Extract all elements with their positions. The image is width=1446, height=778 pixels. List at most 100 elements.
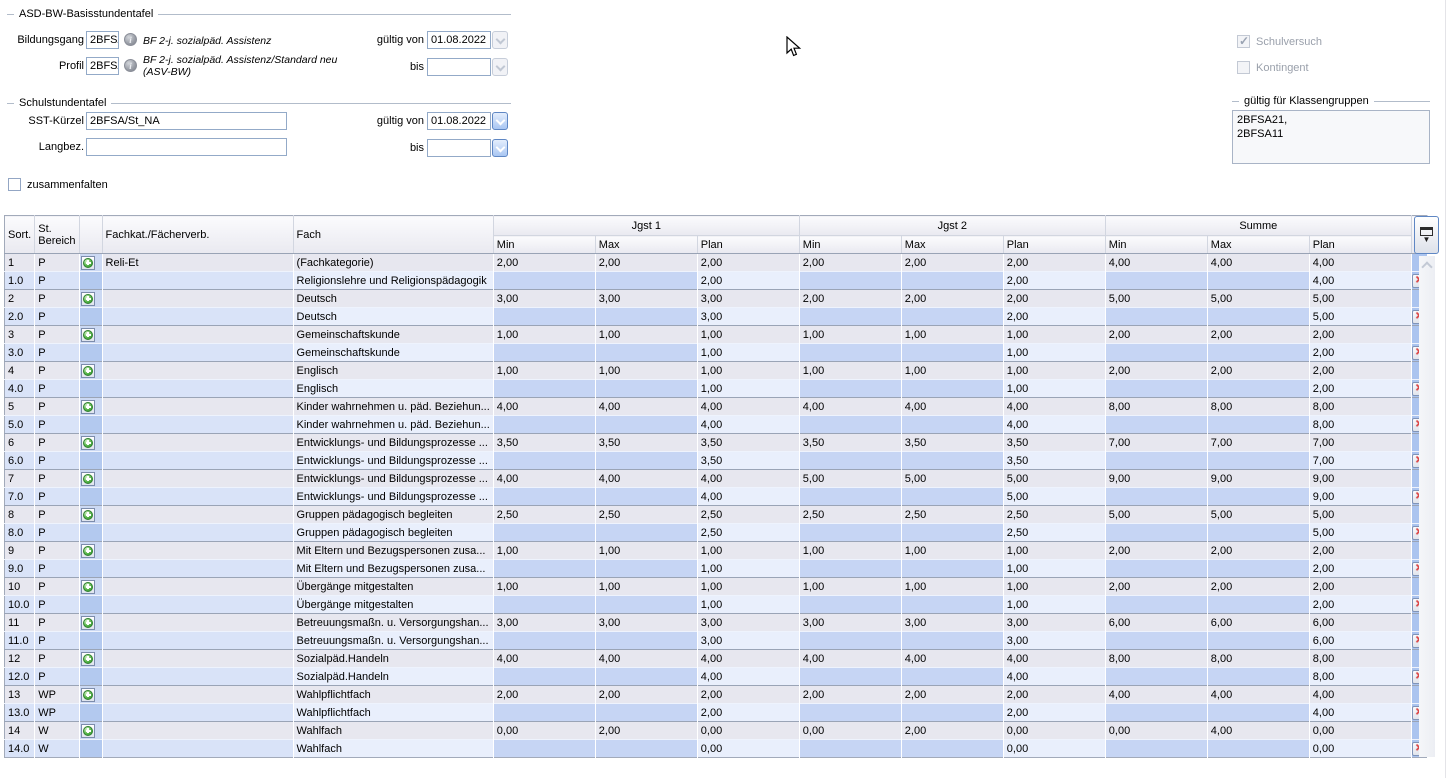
profil-field[interactable]: 2BFSA/ [86,57,119,75]
cell-sum-plan[interactable]: 6,00 [1309,614,1411,632]
cell-j2-min[interactable]: 2,00 [799,290,901,308]
cell-j1-plan[interactable]: 1,00 [697,596,799,614]
vertical-scrollbar[interactable] [1419,256,1435,757]
cell-bereich[interactable]: P [35,470,79,488]
cell-fachkat[interactable] [102,470,293,488]
cell-sum-max[interactable] [1207,596,1309,614]
cell-j2-plan[interactable]: 2,00 [1003,704,1105,722]
cell-fach[interactable]: Kinder wahrnehmen u. päd. Beziehun... [293,416,493,434]
cell-fachkat[interactable] [102,272,293,290]
cell-sort[interactable]: 4 [5,362,35,380]
cell-j1-min[interactable]: 1,00 [493,578,595,596]
cell-j1-plan[interactable]: 4,00 [697,488,799,506]
cell-j2-plan[interactable]: 2,00 [1003,290,1105,308]
cell-sum-max[interactable]: 8,00 [1207,398,1309,416]
expand-plus-icon[interactable] [81,580,95,594]
expand-plus-icon[interactable] [81,616,95,630]
cell-j1-max[interactable] [595,632,697,650]
cell-j2-min[interactable] [799,668,901,686]
cell-sum-max[interactable]: 2,00 [1207,542,1309,560]
cell-j2-max[interactable]: 1,00 [901,578,1003,596]
cell-j2-plan[interactable]: 2,00 [1003,308,1105,326]
cell-j2-min[interactable] [799,596,901,614]
cell-fachkat[interactable] [102,632,293,650]
cell-j1-min[interactable]: 2,50 [493,506,595,524]
cell-j1-min[interactable] [493,380,595,398]
klassengruppen-list[interactable]: 2BFSA21, 2BFSA11 [1232,110,1430,164]
cell-j2-min[interactable] [799,560,901,578]
expand-plus-icon[interactable] [81,688,95,702]
cell-j2-min[interactable] [799,740,901,758]
cell-sort[interactable]: 3 [5,326,35,344]
cell-sum-max[interactable]: 2,00 [1207,362,1309,380]
cell-sort[interactable]: 13.0 [5,704,35,722]
cell-fachkat[interactable] [102,326,293,344]
cell-fachkat[interactable] [102,344,293,362]
cell-j2-plan[interactable]: 1,00 [1003,344,1105,362]
header-sum-min[interactable]: Min [1105,236,1207,254]
header-fach[interactable]: Fach [293,216,493,254]
cell-j2-max[interactable] [901,416,1003,434]
cell-j1-max[interactable] [595,344,697,362]
schulversuch-checkbox[interactable] [1237,35,1250,48]
cell-j1-min[interactable] [493,704,595,722]
cell-sum-max[interactable]: 6,00 [1207,614,1309,632]
cell-j1-plan[interactable]: 1,00 [697,578,799,596]
cell-fach[interactable]: Englisch [293,380,493,398]
cell-fachkat[interactable] [102,488,293,506]
cell-j1-max[interactable]: 3,00 [595,614,697,632]
cell-fachkat[interactable] [102,722,293,740]
cell-sum-min[interactable]: 4,00 [1105,254,1207,272]
cell-fach[interactable]: Deutsch [293,290,493,308]
cell-j2-min[interactable] [799,632,901,650]
cell-j2-min[interactable] [799,416,901,434]
cell-j1-min[interactable] [493,596,595,614]
cell-sort[interactable]: 7 [5,470,35,488]
cell-fachkat[interactable] [102,668,293,686]
cell-fachkat[interactable] [102,596,293,614]
cell-j2-max[interactable] [901,560,1003,578]
cell-j2-max[interactable]: 2,00 [901,722,1003,740]
cell-fach[interactable]: Mit Eltern und Bezugspersonen zusa... [293,542,493,560]
cell-j2-min[interactable] [799,524,901,542]
header-sort[interactable]: Sort. [5,216,35,254]
cell-j1-min[interactable] [493,560,595,578]
cell-sum-min[interactable] [1105,416,1207,434]
cell-sum-plan[interactable]: 2,00 [1309,380,1411,398]
cell-j2-min[interactable]: 1,00 [799,578,901,596]
cell-j1-max[interactable] [595,488,697,506]
cell-fachkat[interactable] [102,542,293,560]
cell-fachkat[interactable] [102,506,293,524]
cell-j2-min[interactable] [799,452,901,470]
cell-fach[interactable]: Übergänge mitgestalten [293,578,493,596]
cell-bereich[interactable]: P [35,272,79,290]
cell-sum-min[interactable] [1105,632,1207,650]
cell-j1-min[interactable]: 3,50 [493,434,595,452]
cell-fachkat[interactable] [102,290,293,308]
cell-j1-min[interactable] [493,740,595,758]
cell-sort[interactable]: 3.0 [5,344,35,362]
cell-bereich[interactable]: P [35,488,79,506]
cell-sum-max[interactable] [1207,668,1309,686]
cell-j2-max[interactable] [901,668,1003,686]
cell-j1-plan[interactable]: 1,00 [697,362,799,380]
cell-sum-max[interactable] [1207,272,1309,290]
cell-j1-max[interactable]: 2,00 [595,686,697,704]
cell-j1-min[interactable]: 1,00 [493,326,595,344]
cell-sum-min[interactable] [1105,380,1207,398]
cell-sum-plan[interactable]: 8,00 [1309,416,1411,434]
cell-sort[interactable]: 10 [5,578,35,596]
cell-j2-min[interactable]: 2,00 [799,686,901,704]
cell-j1-max[interactable]: 1,00 [595,326,697,344]
cell-j2-plan[interactable]: 3,00 [1003,614,1105,632]
cell-j2-max[interactable]: 3,00 [901,614,1003,632]
cell-j1-plan[interactable]: 1,00 [697,542,799,560]
cell-bereich[interactable]: P [35,362,79,380]
cell-sum-max[interactable] [1207,632,1309,650]
cell-j1-max[interactable]: 4,00 [595,398,697,416]
cell-sum-plan[interactable]: 8,00 [1309,650,1411,668]
header-jgst2[interactable]: Jgst 2 [799,216,1105,236]
cell-sort[interactable]: 4.0 [5,380,35,398]
cell-fach[interactable]: Betreuungsmaßn. u. Versorgungshan... [293,632,493,650]
cell-sort[interactable]: 6 [5,434,35,452]
